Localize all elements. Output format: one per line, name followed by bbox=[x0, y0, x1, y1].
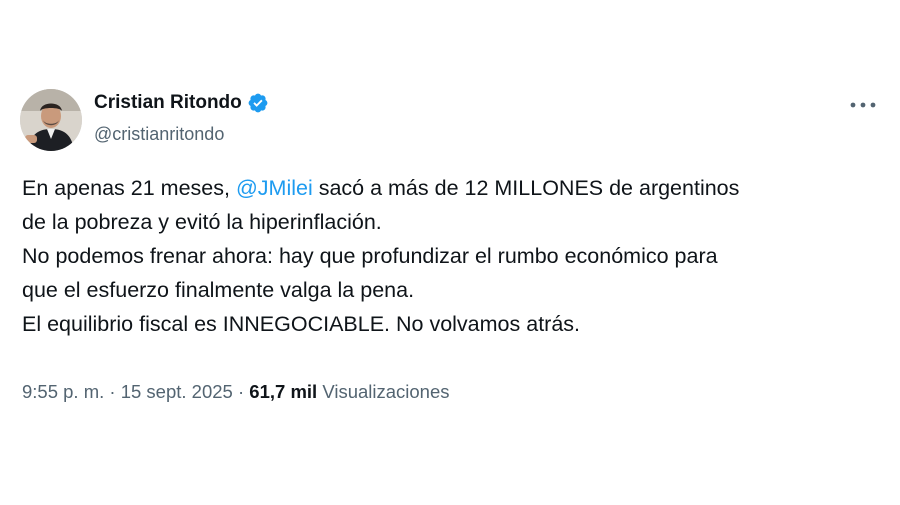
tweet-meta: 9:55 p. m. · 15 sept. 2025 · 61,7 mil Vi… bbox=[22, 381, 450, 403]
more-icon bbox=[850, 102, 876, 108]
tweet-date: 15 sept. 2025 bbox=[120, 381, 233, 402]
meta-separator: · bbox=[232, 381, 250, 402]
tweet-time: 9:55 p. m. bbox=[22, 381, 105, 402]
tweet-line-3: No podemos frenar ahora: hay que profund… bbox=[22, 244, 718, 268]
views-label: Visualizaciones bbox=[317, 381, 450, 402]
views-count[interactable]: 61,7 mil bbox=[249, 381, 317, 402]
tweet-time-link[interactable]: 9:55 p. m. · 15 sept. 2025 bbox=[22, 381, 233, 402]
tweet-text: En apenas 21 meses, @JMilei sacó a más d… bbox=[22, 171, 882, 341]
verified-badge-icon bbox=[247, 92, 269, 114]
author-handle[interactable]: @cristianritondo bbox=[94, 124, 224, 145]
tweet-line-4: que el esfuerzo finalmente valga la pena… bbox=[22, 278, 415, 302]
tweet-line-2: de la pobreza y evitó la hiperinflación. bbox=[22, 210, 382, 234]
tweet-line-5: El equilibrio fiscal es INNEGOCIABLE. No… bbox=[22, 312, 581, 336]
tweet-text-segment: sacó a más de 12 MILLONES de argentinos bbox=[312, 176, 740, 200]
tweet-text-segment: En apenas 21 meses, bbox=[22, 176, 236, 200]
profile-photo bbox=[20, 89, 82, 151]
author-name-row: Cristian Ritondo bbox=[94, 92, 269, 114]
meta-separator: · bbox=[104, 381, 121, 402]
author-display-name[interactable]: Cristian Ritondo bbox=[94, 92, 242, 114]
more-options-button[interactable] bbox=[848, 92, 878, 118]
avatar[interactable] bbox=[20, 89, 82, 151]
tweet-line-1: En apenas 21 meses, @JMilei sacó a más d… bbox=[22, 171, 882, 205]
mention-link[interactable]: @JMilei bbox=[236, 176, 313, 200]
